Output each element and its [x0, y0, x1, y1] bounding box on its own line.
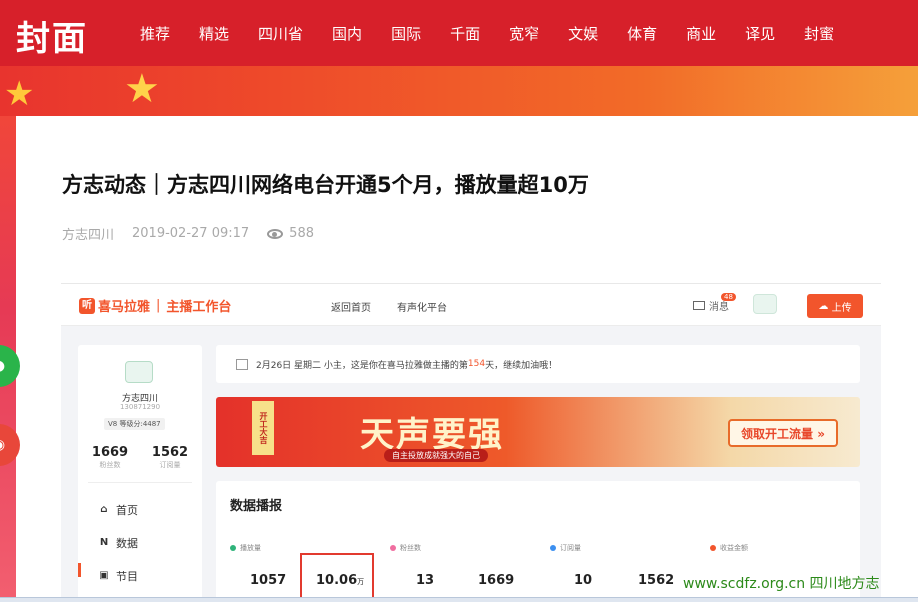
site-header: 封面 推荐 精选 四川省 国内 国际 千面 宽窄 文娱 体育 商业 译见 封蜜 [0, 0, 918, 66]
upload-label: 上传 [831, 302, 852, 314]
image-upload-button: ☁ 上传 [807, 294, 863, 318]
stat-label-text: 粉丝数 [400, 544, 421, 552]
active-menu-marker [78, 563, 81, 577]
stat-subs-a: 10 [574, 573, 593, 588]
stat-label-text: 播放量 [240, 544, 261, 552]
menu-item-programs: ▣ 节目 [98, 568, 138, 584]
calendar-icon [236, 358, 248, 370]
ad-subline: 自主投放成就强大的自己 [384, 449, 488, 462]
nav-item-yijian[interactable]: 译见 [745, 23, 775, 44]
data-icon: N [99, 537, 109, 548]
nav-item-recommend[interactable]: 推荐 [140, 23, 170, 44]
fans-label: 粉丝数 [99, 461, 121, 469]
star-icon: ★ [124, 66, 160, 112]
stat-label-text: 收益金额 [720, 544, 748, 552]
nav-item-qianmian[interactable]: 千面 [450, 23, 480, 44]
article-image: 听 喜马拉雅 | 主播工作台 返回首页 有声化平台 消息 48 ☁ 上传 方志四… [61, 283, 881, 602]
image-user-avatar [753, 294, 777, 314]
brand-name: 喜马拉雅 [98, 300, 151, 315]
watermark: www.scdfz.org.cn 四川地方志 [683, 576, 880, 592]
nav-item-fengmi[interactable]: 封蜜 [804, 23, 834, 44]
highlight-box [300, 553, 374, 602]
fans-icon [390, 545, 396, 551]
star-icon: ★ [4, 74, 35, 114]
message-count-badge: 48 [721, 293, 736, 301]
profile-divider [88, 482, 192, 483]
menu-label-programs: 节目 [116, 570, 138, 583]
menu-label-home: 首页 [116, 504, 138, 517]
article-title: 方志动态｜方志四川网络电台开通5个月，播放量超10万 [62, 173, 589, 197]
fans-count: 1669 [91, 445, 129, 460]
stat-label-income: 收益金额 [710, 543, 870, 553]
ximalaya-logo-icon: 听 [79, 297, 95, 314]
stat-label-fans: 粉丝数 [390, 543, 550, 553]
nav-item-international[interactable]: 国际 [391, 23, 421, 44]
program-icon: ▣ [99, 570, 109, 581]
article-views: 588 [289, 226, 314, 241]
main-nav: 推荐 精选 四川省 国内 国际 千面 宽窄 文娱 体育 商业 译见 封蜜 [140, 0, 863, 66]
stat-column-fans: 粉丝数 13 1669 [390, 543, 550, 602]
home-icon: ⌂ [100, 504, 108, 515]
profile-fans: 1669 粉丝数 [80, 445, 140, 470]
play-icon [230, 545, 236, 551]
image-nav-platform: 有声化平台 [397, 303, 447, 314]
site-logo[interactable]: 封面 [16, 11, 88, 60]
stat-fans-b: 1669 [478, 573, 515, 588]
image-notice: 2月26日 星期二 小主，这是你在喜马拉雅做主播的第 154 天，继续加油哦！ [216, 345, 860, 383]
menu-label-data: 数据 [116, 537, 138, 550]
profile-avatar [125, 361, 153, 383]
notice-suffix: 天，继续加油哦！ [485, 360, 558, 371]
stat-subs-b: 1562 [638, 573, 675, 588]
image-nav-home: 返回首页 [331, 303, 371, 314]
image-ad-banner: 开工大吉 天声要强 自主投放成就强大的自己 领取开工流量 » [216, 397, 860, 467]
stat-label-plays: 播放量 [230, 543, 390, 553]
profile-id: 130871290 [119, 403, 161, 411]
stat-label-text: 订阅量 [560, 544, 581, 552]
profile-subs: 1562 订阅量 [140, 445, 200, 470]
notice-prefix: 2月26日 星期二 小主，这是你在喜马拉雅做主播的第 [256, 360, 468, 371]
profile-level: V8 等级分:4487 [104, 418, 165, 430]
menu-item-home: ⌂ 首页 [98, 502, 138, 518]
nav-item-domestic[interactable]: 国内 [332, 23, 362, 44]
wechat-icon: ● [0, 358, 5, 374]
eye-icon [267, 228, 284, 239]
notice-days: 154 [467, 359, 486, 369]
nav-item-entertainment[interactable]: 文娱 [568, 23, 598, 44]
panel-title: 数据播报 [230, 499, 283, 514]
nav-item-featured[interactable]: 精选 [199, 23, 229, 44]
article-date: 2019-02-27 09:17 [132, 226, 250, 241]
article-meta: 方志四川 2019-02-27 09:17 588 [62, 224, 314, 243]
stat-label-subs: 订阅量 [550, 543, 710, 553]
image-header: 听 喜马拉雅 | 主播工作台 返回首页 有声化平台 消息 48 ☁ 上传 [61, 284, 881, 326]
subs-count: 1562 [151, 445, 189, 460]
ad-cta-button: 领取开工流量 » [728, 419, 838, 447]
subs-icon [550, 545, 556, 551]
brand-separator: | [156, 298, 161, 313]
envelope-icon [693, 301, 705, 310]
nav-item-business[interactable]: 商业 [686, 23, 716, 44]
image-brand: 听 喜马拉雅 | 主播工作台 [79, 296, 231, 315]
workspace-name: 主播工作台 [166, 300, 232, 315]
nav-item-kuanzhai[interactable]: 宽窄 [509, 23, 539, 44]
stat-fans-a: 13 [416, 573, 435, 588]
income-icon [710, 545, 716, 551]
nav-item-sichuan[interactable]: 四川省 [258, 23, 303, 44]
article-author[interactable]: 方志四川 [62, 224, 114, 243]
window-bottom-edge [0, 597, 918, 602]
image-profile-card: 方志四川 130871290 V8 等级分:4487 1669 粉丝数 1562… [78, 345, 202, 602]
weibo-icon: ◉ [0, 437, 5, 453]
ad-tag: 开工大吉 [252, 401, 274, 455]
stat-plays-a: 1057 [250, 573, 287, 588]
subs-label: 订阅量 [159, 461, 181, 469]
menu-item-data: N 数据 [98, 535, 138, 551]
nav-item-sports[interactable]: 体育 [627, 23, 657, 44]
